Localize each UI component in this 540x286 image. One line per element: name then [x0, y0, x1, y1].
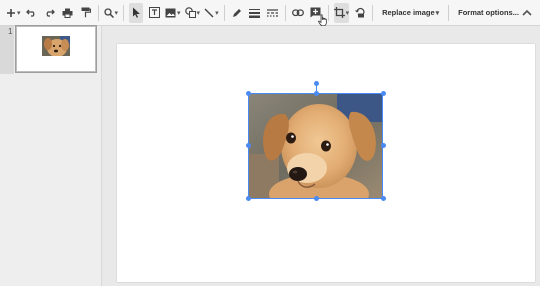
slide-thumbnail[interactable] [16, 26, 96, 72]
resize-handle-top[interactable] [314, 91, 319, 96]
separator [372, 4, 374, 21]
replace-image-label: Replace image [382, 8, 435, 17]
resize-handle-bottom[interactable] [314, 196, 319, 201]
line-button[interactable]: ▾ [204, 3, 219, 23]
format-options-label: Format options... [458, 8, 519, 17]
pencil-icon [232, 8, 241, 17]
chevron-up-icon [522, 9, 532, 16]
insert-link-button[interactable] [291, 3, 305, 23]
text-box-icon [148, 7, 160, 18]
resize-handle-right[interactable] [381, 143, 386, 148]
resize-handle-bottom-right[interactable] [381, 196, 386, 201]
chevron-down-icon: ▾ [196, 9, 201, 17]
chevron-down-icon: ▾ [345, 9, 350, 17]
line-icon [204, 8, 214, 17]
link-icon [291, 8, 304, 16]
image-selection-box [248, 93, 383, 199]
image-icon [165, 8, 176, 17]
collapse-toolbar-button[interactable] [518, 3, 536, 21]
border-dash-button[interactable] [266, 3, 280, 23]
paint-format-button[interactable] [79, 3, 93, 23]
separator [448, 4, 450, 21]
zoom-button[interactable]: ▾ [103, 3, 119, 23]
cursor-arrow-icon [132, 7, 140, 18]
resize-handle-bottom-left[interactable] [246, 196, 251, 201]
thumbnail-puppy-image [42, 36, 70, 56]
line-dash-icon [267, 8, 279, 17]
reset-image-button[interactable] [353, 3, 367, 23]
undo-icon [26, 9, 35, 17]
paint-roller-icon [81, 7, 91, 18]
redo-button[interactable] [43, 3, 57, 23]
chevron-down-icon: ▾ [177, 9, 181, 17]
redo-icon [46, 9, 55, 17]
separator [223, 4, 225, 21]
shape-button[interactable]: ▾ [184, 3, 201, 23]
separator [284, 4, 286, 21]
chevron-down-icon: ▾ [114, 9, 119, 17]
separator [123, 4, 125, 21]
line-weight-icon [249, 8, 261, 18]
format-options-button[interactable]: Format options... [454, 3, 523, 23]
new-slide-button[interactable]: ▾ [6, 3, 21, 23]
print-button[interactable] [61, 3, 75, 23]
chevron-down-icon: ▾ [215, 9, 219, 17]
resize-handle-top-left[interactable] [246, 91, 251, 96]
border-color-button[interactable] [230, 3, 244, 23]
rotate-handle[interactable] [314, 81, 319, 86]
slide-number: 1 [8, 27, 13, 36]
border-weight-button[interactable] [248, 3, 262, 23]
reset-image-icon [354, 7, 365, 18]
crop-icon [333, 7, 345, 18]
select-tool-button[interactable] [129, 2, 144, 23]
undo-button[interactable] [25, 3, 39, 23]
print-icon [62, 8, 73, 18]
shapes-icon [184, 7, 196, 18]
resize-handle-left[interactable] [246, 143, 251, 148]
toolbar: ▾ ▾ ▾ ▾ ▾ ▾ Replace image ▾ Format optio… [0, 0, 540, 26]
crop-image-button[interactable]: ▾ [333, 2, 350, 23]
replace-image-button[interactable]: Replace image ▾ [378, 3, 443, 23]
separator [97, 4, 99, 21]
insert-image-button[interactable]: ▾ [165, 3, 181, 23]
chevron-down-icon: ▾ [435, 9, 440, 17]
zoom-icon [103, 7, 114, 18]
text-box-button[interactable] [147, 3, 161, 23]
chevron-down-icon: ▾ [17, 9, 21, 17]
resize-handle-top-right[interactable] [381, 91, 386, 96]
